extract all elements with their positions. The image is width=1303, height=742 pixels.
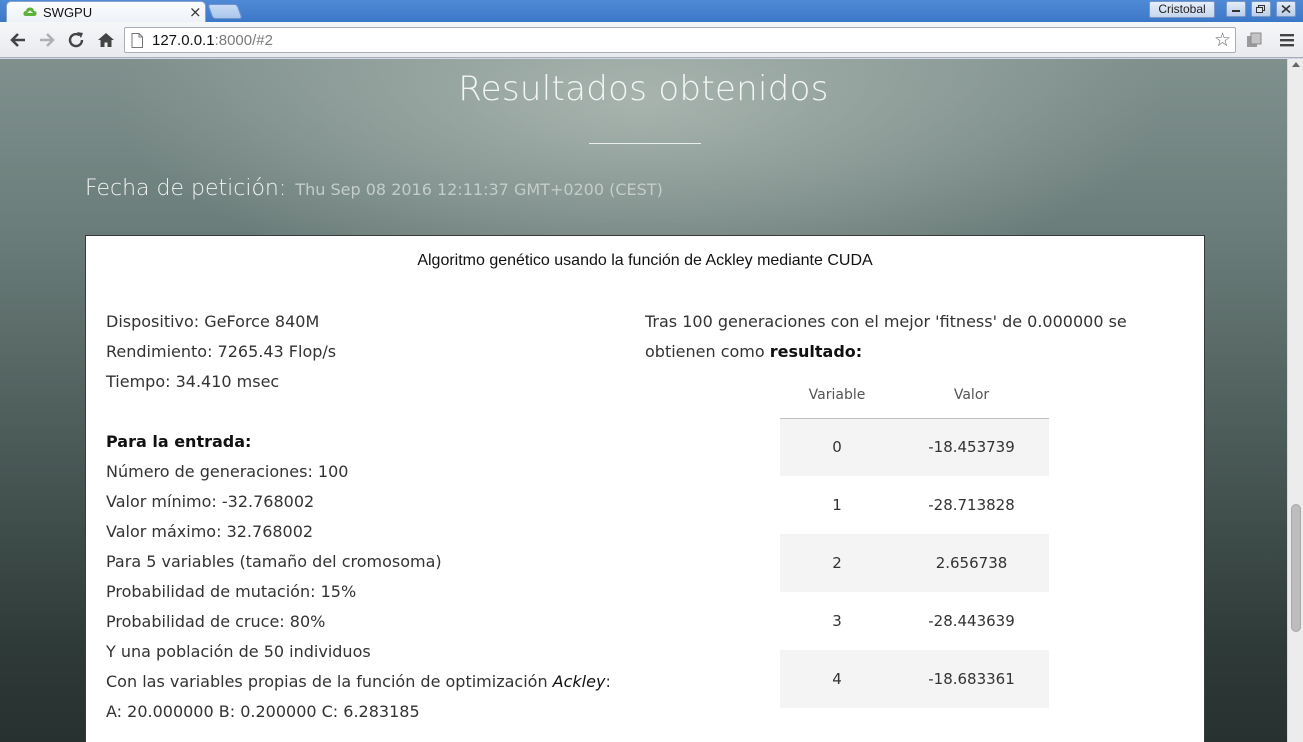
restore-button[interactable]: [1251, 1, 1271, 17]
summary-text: Tras 100 generaciones con el mejor 'fitn…: [645, 312, 1127, 361]
variable-cell: 0: [780, 418, 894, 476]
column-header-variable: Variable: [780, 372, 894, 419]
restore-icon: [1256, 5, 1265, 13]
column-header-value: Valor: [894, 372, 1049, 419]
home-icon[interactable]: [96, 30, 116, 50]
browser-tab[interactable]: SWGPU ×: [6, 1, 206, 22]
ackley-line: Con las variables propias de la función …: [106, 667, 626, 697]
input-heading-text: Para la entrada:: [106, 432, 252, 451]
results-card: Algoritmo genético usando la función de …: [85, 235, 1205, 742]
request-date-line: Fecha de petición: Thu Sep 08 2016 12:11…: [85, 176, 663, 201]
value-cell: -18.453739: [894, 418, 1049, 476]
device-line: Dispositivo: GeForce 840M: [106, 312, 320, 331]
request-date-label: Fecha de petición:: [85, 176, 287, 201]
max-value-line: Valor máximo: 32.768002: [106, 522, 314, 541]
population-line: Y una población de 50 individuos: [106, 642, 371, 661]
url-host: 127.0.0.1: [152, 32, 215, 49]
title-divider: [589, 143, 701, 144]
cloud-favicon-icon: [23, 7, 37, 16]
variable-cell: 4: [780, 650, 894, 708]
url-path: :8000/#2: [214, 32, 273, 49]
table-row: 2 2.656738: [780, 534, 1049, 592]
value-cell: -28.713828: [928, 496, 1015, 514]
address-bar[interactable]: 127.0.0.1:8000/#2 ☆: [124, 27, 1236, 53]
tab-close-icon[interactable]: ×: [189, 3, 202, 21]
table-row: 1 -28.713828: [780, 476, 1049, 534]
variable-cell: 1: [832, 496, 842, 514]
params-line: A: 20.000000 B: 0.200000 C: 6.283185: [106, 702, 420, 721]
result-summary: Tras 100 generaciones con el mejor 'fitn…: [645, 307, 1185, 367]
page-title: Resultados obtenidos: [458, 69, 829, 109]
bookmark-star-icon[interactable]: ☆: [1214, 29, 1231, 51]
variable-cell: 2: [780, 534, 894, 592]
time-line: Tiempo: 34.410 msec: [106, 372, 280, 391]
page-icon: [131, 33, 143, 48]
summary-bold: resultado:: [769, 342, 863, 361]
menu-icon[interactable]: [1277, 30, 1297, 50]
card-title: Algoritmo genético usando la función de …: [417, 252, 873, 269]
close-window-button[interactable]: [1276, 1, 1296, 17]
generations-line: Número de generaciones: 100: [106, 462, 349, 481]
reload-icon[interactable]: [66, 30, 86, 50]
variable-cell: 3: [832, 612, 842, 630]
run-details: Dispositivo: GeForce 840M Rendimiento: 7…: [106, 307, 626, 727]
profile-button[interactable]: Cristobal: [1149, 1, 1215, 18]
ackley-prefix: Con las variables propias de la función …: [106, 672, 553, 691]
forward-icon[interactable]: [37, 30, 57, 50]
minimize-icon: [1232, 10, 1240, 12]
ackley-suffix: :: [605, 672, 611, 691]
scroll-up-icon[interactable]: [1292, 62, 1300, 67]
tab-bar: SWGPU × Cristobal: [0, 0, 1303, 22]
table-header-row: Variable Valor: [780, 372, 1049, 419]
browser-toolbar: 127.0.0.1:8000/#2 ☆: [0, 22, 1303, 58]
value-cell: 2.656738: [894, 534, 1049, 592]
ackley-name: Ackley: [552, 672, 606, 691]
tab-title: SWGPU: [43, 5, 93, 20]
value-cell: -28.443639: [928, 612, 1015, 630]
input-heading: Para la entrada:: [106, 427, 626, 457]
extension-icon[interactable]: [1244, 30, 1264, 50]
crossover-line: Probabilidad de cruce: 80%: [106, 612, 326, 631]
vertical-scrollbar[interactable]: [1287, 59, 1303, 742]
scrollbar-thumb[interactable]: [1291, 504, 1301, 632]
performance-line: Rendimiento: 7265.43 Flop/s: [106, 342, 337, 361]
min-value-line: Valor mínimo: -32.768002: [106, 492, 315, 511]
results-table: Variable Valor 0 -18.453739 1 -28.713828…: [780, 372, 1049, 708]
close-icon: [1281, 5, 1291, 13]
back-icon[interactable]: [8, 30, 28, 50]
request-date-value: Thu Sep 08 2016 12:11:37 GMT+0200 (CEST): [295, 180, 663, 199]
variables-line: Para 5 variables (tamaño del cromosoma): [106, 552, 442, 571]
page-viewport: Resultados obtenidos Fecha de petición: …: [0, 59, 1287, 742]
table-row: 4 -18.683361: [780, 650, 1049, 708]
new-tab-button[interactable]: [207, 4, 243, 19]
value-cell: -18.683361: [894, 650, 1049, 708]
mutation-line: Probabilidad de mutación: 15%: [106, 582, 357, 601]
table-row: 0 -18.453739: [780, 418, 1049, 476]
url-text: 127.0.0.1:8000/#2: [152, 32, 273, 49]
minimize-button[interactable]: [1226, 1, 1246, 17]
table-row: 3 -28.443639: [780, 592, 1049, 650]
